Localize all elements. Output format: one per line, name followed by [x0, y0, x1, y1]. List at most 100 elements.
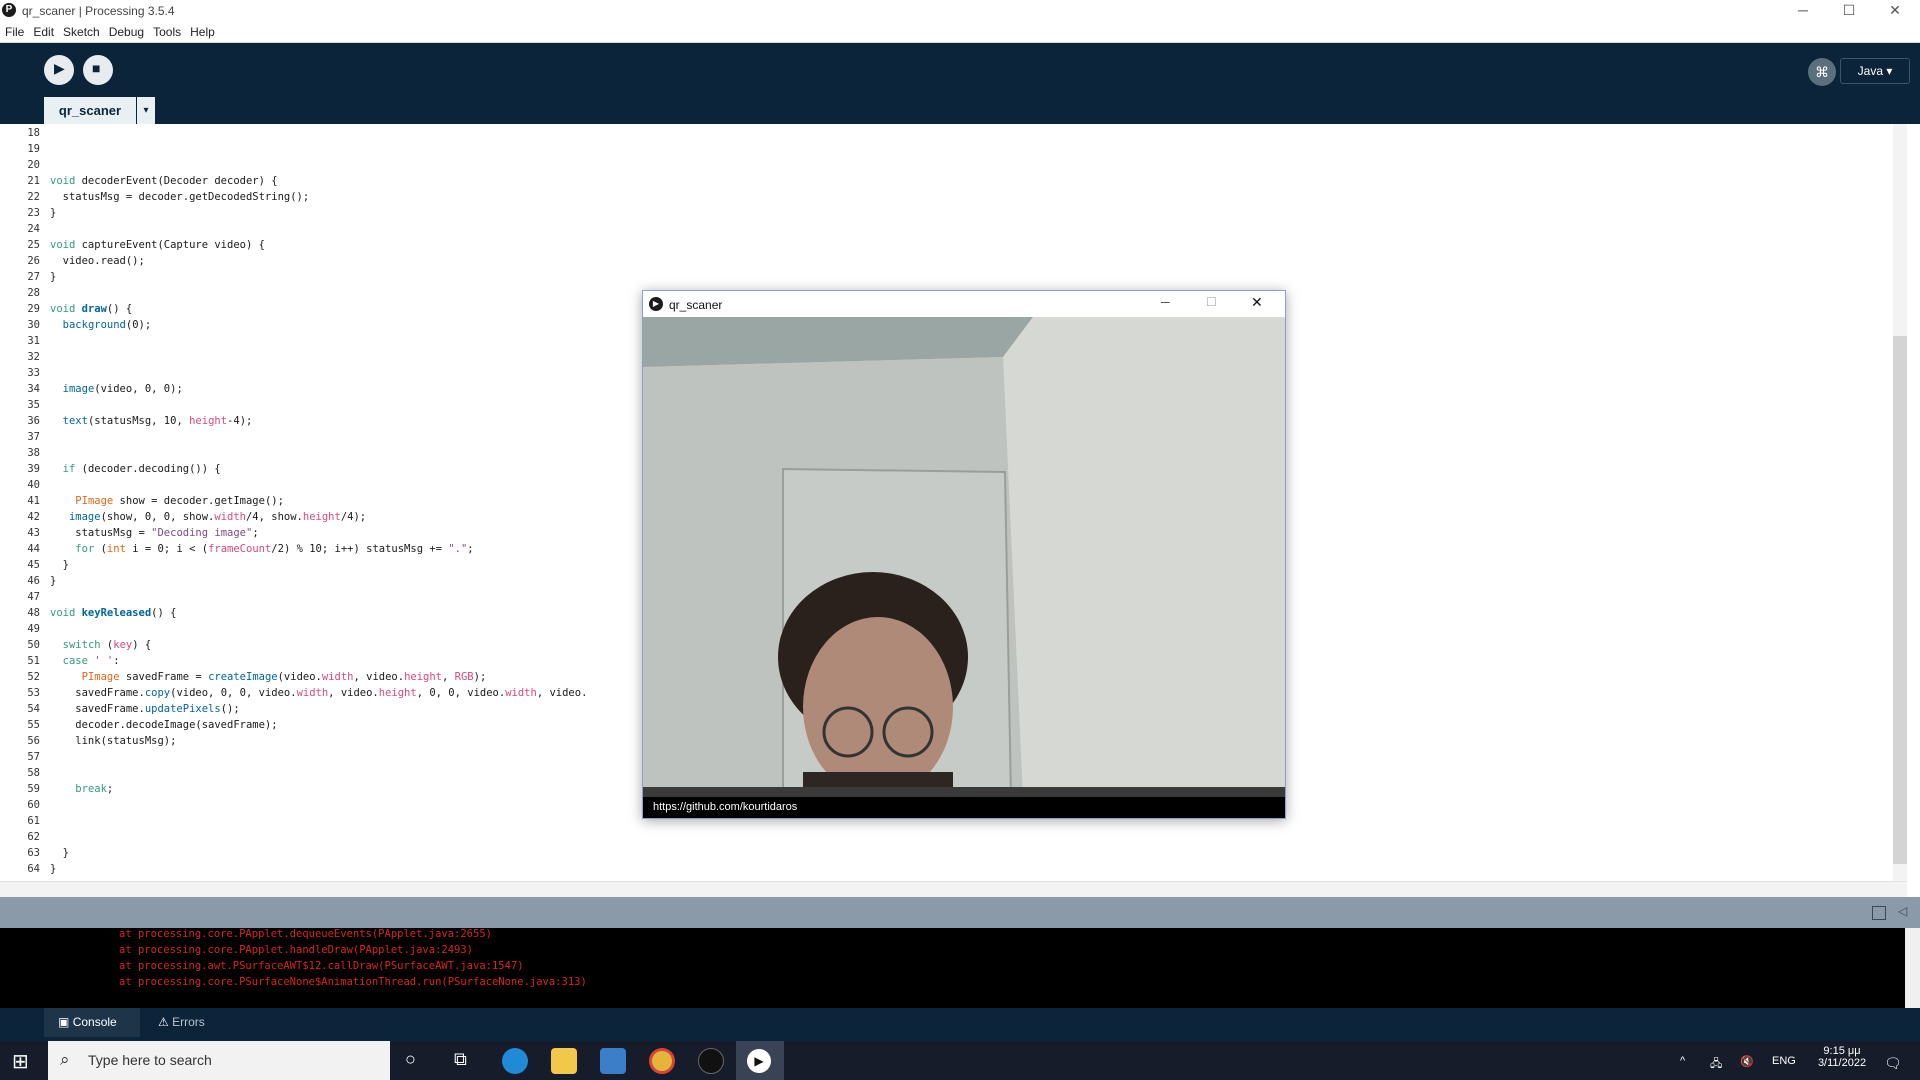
line-number: 27	[27, 271, 40, 283]
network-icon[interactable]: 🖧	[1710, 1055, 1722, 1074]
debugger-button[interactable]: ⌘	[1808, 58, 1836, 86]
menu-sketch[interactable]: Sketch	[58, 22, 104, 39]
store-icon[interactable]	[600, 1048, 626, 1074]
code-token: /4, show.	[245, 511, 303, 523]
task-view-icon[interactable]: ⧉	[454, 1049, 467, 1070]
tab-menu-arrow[interactable]: ▾	[137, 97, 155, 124]
chrome-icon[interactable]	[649, 1048, 675, 1074]
code-token: (Decoder decoder) {	[157, 175, 278, 187]
maximize-button[interactable]: ☐	[1826, 0, 1872, 22]
tab-console[interactable]: ▣ Console	[44, 1008, 140, 1037]
line-number: 25	[27, 239, 40, 251]
code-token: ;	[467, 543, 474, 555]
decoded-status-text: https://github.com/kourtidaros	[653, 801, 798, 813]
code-line-21: void decoderEvent(Decoder decoder) {	[50, 175, 278, 187]
windows-start-icon[interactable]: ⊞	[12, 1049, 29, 1074]
menu-help[interactable]: Help	[185, 22, 219, 39]
tab-errors[interactable]: ⚠ Errors	[158, 1008, 238, 1037]
running-sketch-taskbar-item[interactable]: ▶	[736, 1041, 784, 1080]
close-button[interactable]: ✕	[1872, 0, 1918, 22]
clock-time: 9:15 μμ	[1823, 1045, 1861, 1057]
tab-qr-scaner[interactable]: qr_scaner	[44, 97, 136, 124]
code-token: (decoder.decoding()) {	[75, 463, 221, 475]
sketch-close-button[interactable]: ✕	[1251, 294, 1263, 311]
file-explorer-icon[interactable]	[551, 1048, 577, 1074]
code-token: (video.	[277, 671, 322, 683]
line-number: 61	[27, 815, 40, 827]
cortana-icon[interactable]: ○	[405, 1049, 416, 1070]
code-token: savedFrame =	[119, 671, 209, 683]
line-number: 37	[27, 431, 40, 443]
code-line-23: }	[50, 207, 57, 219]
title-bar: P qr_scaner | Processing 3.5.4 ─ ☐ ✕	[0, 0, 1920, 22]
code-token: /4);	[340, 511, 367, 523]
edge-icon[interactable]	[502, 1048, 528, 1074]
line-number: 55	[27, 719, 40, 731]
minimize-button[interactable]: ─	[1780, 0, 1826, 22]
volume-muted-icon[interactable]: 🔇	[1740, 1055, 1754, 1068]
code-token: ,	[442, 671, 455, 683]
clock[interactable]: 9:15 μμ 3/11/2022	[1810, 1045, 1874, 1069]
wall-shape	[1003, 317, 1285, 799]
stop-button[interactable]: ■	[83, 55, 113, 85]
code-token: void	[50, 607, 82, 619]
run-button[interactable]: ▶	[44, 55, 74, 85]
console-icon: ▣	[58, 1015, 70, 1029]
code-token: (0);	[125, 319, 152, 331]
line-number: 28	[27, 287, 40, 299]
code-token: , video.	[353, 671, 405, 683]
code-token: statusMsg =	[50, 527, 152, 539]
console-scrollbar[interactable]	[1905, 928, 1920, 1008]
line-number: 29	[27, 303, 40, 315]
code-token: height	[378, 687, 417, 699]
line-number: 18	[27, 127, 40, 139]
console-toggle-icon[interactable]	[1872, 906, 1886, 920]
editor-scroll-thumb[interactable]	[1893, 336, 1907, 864]
menu-edit[interactable]: Edit	[28, 22, 58, 39]
line-number: 50	[27, 639, 40, 651]
code-token: createImage	[208, 671, 278, 683]
line-number: 47	[27, 591, 40, 603]
line-number: 48	[27, 607, 40, 619]
tray-overflow-icon[interactable]: ^	[1680, 1055, 1685, 1067]
language-indicator[interactable]: ENG	[1772, 1055, 1796, 1067]
code-token: , video.	[536, 687, 588, 699]
code-token: (video, 0, 0);	[94, 383, 183, 395]
sketch-window[interactable]: ▶ qr_scaner ─ ☐ ✕ https://github.com/kou…	[642, 290, 1286, 819]
processing-taskbar-icon[interactable]	[698, 1048, 724, 1074]
collapse-arrow-icon[interactable]: ◁	[1898, 904, 1907, 918]
console-tab-bar	[0, 1008, 1920, 1041]
notification-icon[interactable]: 🗨	[1884, 1055, 1902, 1072]
line-number: 35	[27, 399, 40, 411]
line-number: 38	[27, 447, 40, 459]
mode-selector[interactable]: Java ▾	[1840, 58, 1910, 84]
code-line-25: void captureEvent(Capture video) {	[50, 239, 265, 251]
line-number: 24	[27, 223, 40, 235]
code-token: i = 0; i < (	[125, 543, 209, 555]
menu-file[interactable]: File	[0, 22, 28, 39]
editor-horizontal-scrollbar[interactable]	[0, 881, 1907, 898]
code-token: ();	[220, 703, 240, 715]
line-number: 22	[27, 191, 40, 203]
menu-tools[interactable]: Tools	[148, 22, 185, 39]
sketch-maximize-button[interactable]: ☐	[1206, 295, 1217, 309]
sketch-minimize-button[interactable]: ─	[1161, 295, 1170, 309]
code-token: width	[214, 511, 246, 523]
code-token: copy	[144, 687, 171, 699]
code-token: int	[106, 543, 126, 555]
menu-debug[interactable]: Debug	[104, 22, 148, 39]
line-number: 57	[27, 751, 40, 763]
code-line-53: savedFrame.copy(video, 0, 0, video.width…	[50, 687, 587, 699]
toolbar: ▶ ■	[0, 43, 1920, 124]
line-number: 43	[27, 527, 40, 539]
code-token: case	[62, 655, 88, 667]
code-token: PImage	[81, 671, 120, 683]
console-line: at processing.awt.PSurfaceAWT$12.callDra…	[119, 960, 524, 972]
